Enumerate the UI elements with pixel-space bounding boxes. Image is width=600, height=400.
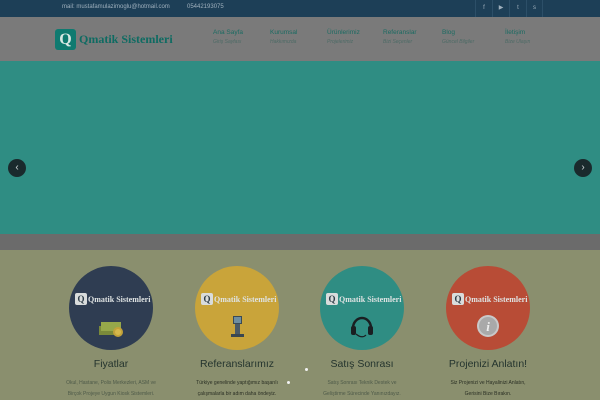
nav-title: İletişim — [505, 29, 526, 36]
feature-line: Okul, Hastane, Polis Merkezleri, ASM ve — [66, 380, 156, 386]
twitter-icon[interactable]: t — [509, 0, 526, 17]
nav-item-contact[interactable]: İletişim Bize Ulaşın — [505, 29, 565, 45]
nav-item-home[interactable]: Ana Sayfa Giriş Sayfası — [213, 29, 273, 45]
feature-description: Türkiye genelinde yaptığımız başarılı ça… — [177, 378, 297, 400]
feature-logo: Q Qmatik Sistemleri — [452, 293, 527, 305]
feature-title: Satış Sonrası — [330, 358, 394, 370]
youtube-icon[interactable]: ▶ — [492, 0, 509, 17]
features-section: Q Qmatik Sistemleri Fiyatlar Okul, Hasta… — [0, 250, 600, 400]
feature-logo-text: Qmatik Sistemleri — [339, 294, 402, 304]
nav-item-blog[interactable]: Blog Güncel Bilgiler — [442, 29, 502, 45]
feature-line: Türkiye genelinde yaptığımız başarılı — [196, 380, 278, 386]
feature-tell-project[interactable]: Q Qmatik Sistemleri i Projenizi Anlatın!… — [428, 266, 548, 400]
feature-description: Satış Sonrası Teknik Destek ve Geliştirm… — [302, 378, 422, 400]
kiosk-icon — [231, 316, 244, 337]
feature-logo: Q Qmatik Sistemleri — [201, 293, 276, 305]
logo-mark: Q — [75, 293, 87, 305]
feature-circle: Q Qmatik Sistemleri — [69, 266, 153, 350]
info-icon: i — [477, 315, 499, 337]
feature-line: çalışmalarla bir adım daha öndeyiz. — [197, 391, 277, 397]
nav-subtitle: Bizi Seçenler — [383, 39, 413, 45]
nav-title: Ana Sayfa — [213, 29, 243, 36]
feature-references[interactable]: Q Qmatik Sistemleri Referanslarımız Türk… — [177, 266, 297, 400]
hero-slider: ‹ › — [0, 61, 600, 234]
feature-line: Siz Projenizi ve Hayalinizi Anlatın, — [450, 380, 526, 386]
feature-line: Birçok Projeye Uygun Kiosk Sistemleri. — [67, 391, 155, 397]
skype-icon[interactable]: s — [526, 0, 543, 17]
feature-logo-text: Qmatik Sistemleri — [88, 294, 151, 304]
contact-email[interactable]: mail: mustafamulazimoglu@hotmail.com — [62, 4, 170, 10]
nav-item-products[interactable]: Ürünlerimiz Projelerimiz — [327, 29, 387, 45]
feature-line: Satış Sonrası Teknik Destek ve — [327, 380, 397, 386]
headset-icon — [351, 316, 373, 338]
logo-mark: Q — [55, 28, 76, 50]
feature-logo-text: Qmatik Sistemleri — [465, 294, 528, 304]
nav-subtitle: Giriş Sayfası — [213, 39, 242, 45]
nav-title: Kurumsal — [270, 29, 298, 36]
feature-after-sales[interactable]: Q Qmatik Sistemleri Satış Sonrası Satış … — [302, 266, 422, 400]
logo-mark: Q — [201, 293, 213, 305]
feature-circle: Q Qmatik Sistemleri i — [446, 266, 530, 350]
nav-subtitle: Güncel Bilgiler — [442, 39, 475, 45]
nav-item-corporate[interactable]: Kurumsal Hakkımızda — [270, 29, 330, 45]
contact-phone[interactable]: 05442193075 — [187, 4, 224, 10]
nav-item-references[interactable]: Referanslar Bizi Seçenler — [383, 29, 443, 45]
nav-subtitle: Hakkımızda — [270, 39, 297, 45]
slider-prev-button[interactable]: ‹ — [8, 159, 26, 177]
site-header: Q Qmatik Sistemleri Ana Sayfa Giriş Sayf… — [0, 17, 600, 61]
nav-title: Ürünlerimiz — [327, 29, 360, 36]
slider-next-button[interactable]: › — [574, 159, 592, 177]
nav-subtitle: Projelerimiz — [327, 39, 354, 45]
site-logo[interactable]: Q Qmatik Sistemleri — [55, 28, 173, 50]
cursor-dot — [287, 381, 290, 384]
feature-circle: Q Qmatik Sistemleri — [195, 266, 279, 350]
cursor-dot — [305, 368, 308, 371]
logo-mark: Q — [326, 293, 338, 305]
feature-prices[interactable]: Q Qmatik Sistemleri Fiyatlar Okul, Hasta… — [51, 266, 171, 400]
money-icon — [99, 322, 123, 337]
feature-description: Siz Projenizi ve Hayalinizi Anlatın, Ger… — [428, 378, 548, 400]
facebook-icon[interactable]: f — [475, 0, 492, 17]
feature-description: Okul, Hastane, Polis Merkezleri, ASM ve … — [51, 378, 171, 400]
logo-text: Qmatik Sistemleri — [79, 31, 173, 46]
feature-title: Referanslarımız — [199, 358, 275, 370]
logo-mark: Q — [452, 293, 464, 305]
feature-logo: Q Qmatik Sistemleri — [326, 293, 401, 305]
section-divider — [0, 234, 600, 250]
feature-line: Gerisini Bize Bırakın. — [464, 391, 512, 397]
feature-logo: Q Qmatik Sistemleri — [75, 293, 150, 305]
svg-text:i: i — [486, 319, 490, 334]
feature-title: Projenizi Anlatın! — [448, 358, 528, 370]
feature-title: Fiyatlar — [93, 358, 129, 370]
nav-title: Referanslar — [383, 29, 417, 36]
feature-logo-text: Qmatik Sistemleri — [214, 294, 277, 304]
top-bar: mail: mustafamulazimoglu@hotmail.com 054… — [0, 0, 600, 17]
feature-circle: Q Qmatik Sistemleri — [320, 266, 404, 350]
feature-line: Geliştirme Sürecinde Yanınızdayız. — [323, 391, 401, 397]
nav-title: Blog — [442, 29, 456, 36]
nav-subtitle: Bize Ulaşın — [505, 39, 531, 45]
